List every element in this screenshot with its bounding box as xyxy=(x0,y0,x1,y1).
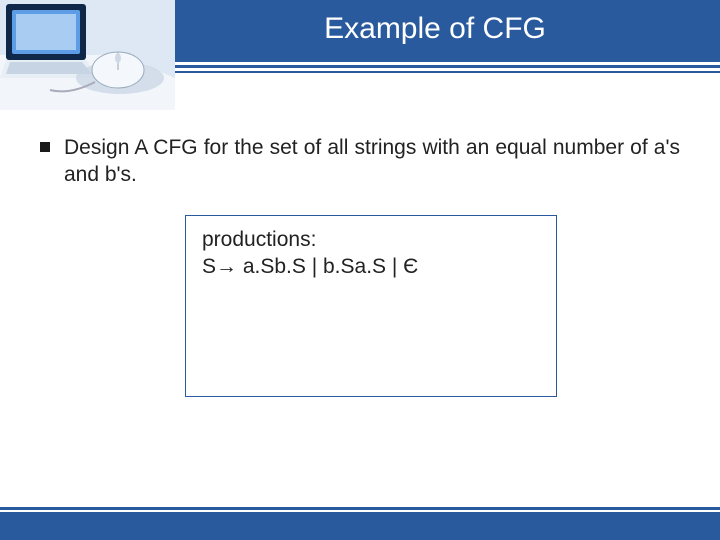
footer-band xyxy=(0,512,720,540)
production-line-1: productions: xyxy=(202,226,540,253)
bullet-square-icon xyxy=(40,142,50,152)
production-box: productions: S→ a.Sb.S | b.Sa.S | Є xyxy=(185,215,557,397)
stripe xyxy=(100,65,720,68)
corner-laptop-mouse-graphic xyxy=(0,0,175,110)
stripe xyxy=(100,71,720,73)
body-content: Design A CFG for the set of all strings … xyxy=(40,135,680,189)
stripe xyxy=(100,58,720,62)
production-line-2: S→ a.Sb.S | b.Sa.S | Є xyxy=(202,253,540,280)
slide-header: Example of CFG xyxy=(0,0,720,72)
bullet-item: Design A CFG for the set of all strings … xyxy=(40,135,680,189)
bullet-text: Design A CFG for the set of all strings … xyxy=(64,135,680,189)
slide-title: Example of CFG xyxy=(324,12,546,46)
